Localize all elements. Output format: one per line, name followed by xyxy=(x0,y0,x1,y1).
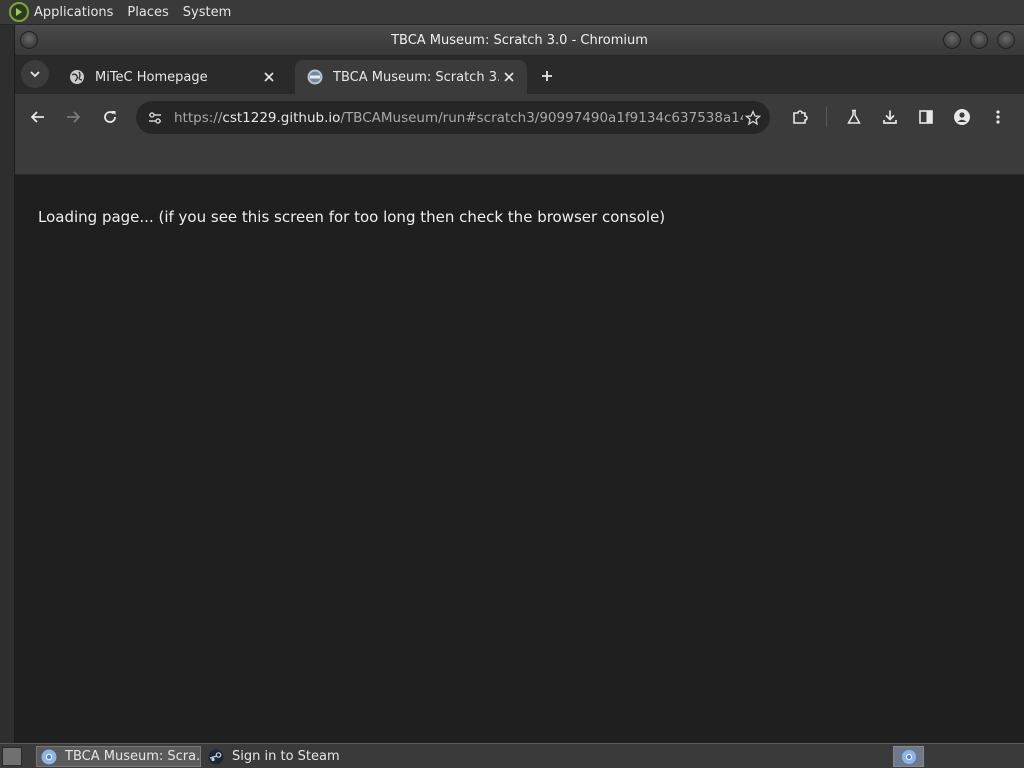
menu-applications[interactable]: Applications xyxy=(34,5,113,20)
menu-places[interactable]: Places xyxy=(127,5,168,20)
show-desktop-button[interactable] xyxy=(2,747,22,766)
tab-search-button[interactable] xyxy=(21,60,49,88)
page-content: Loading page... (if you see this screen … xyxy=(15,175,1024,743)
window-title: TBCA Museum: Scratch 3.0 - Chromium xyxy=(391,32,648,48)
extensions-button[interactable] xyxy=(786,103,814,131)
tab-tbca-museum[interactable]: TBCA Museum: Scratch 3.0 xyxy=(295,60,527,94)
chromium-icon xyxy=(901,749,916,764)
tbca-favicon-icon xyxy=(307,69,323,85)
minimize-button[interactable] xyxy=(943,31,961,49)
close-tab-button[interactable] xyxy=(259,67,279,87)
labs-button[interactable] xyxy=(840,103,868,131)
browser-menu-button[interactable] xyxy=(984,103,1012,131)
star-icon xyxy=(745,109,761,125)
taskbar-item-steam[interactable]: Sign in to Steam xyxy=(204,746,374,767)
tab-mitec-homepage[interactable]: MiTeC Homepage xyxy=(57,60,287,94)
side-panel-icon xyxy=(919,110,933,124)
window-titlebar[interactable]: TBCA Museum: Scratch 3.0 - Chromium xyxy=(15,25,1024,56)
forward-button[interactable] xyxy=(59,103,87,131)
bookmarks-bar xyxy=(15,141,1024,175)
globe-icon xyxy=(70,70,84,84)
url-scheme: https:// xyxy=(174,109,223,126)
taskbar-item-label: Sign in to Steam xyxy=(232,749,340,764)
reload-button[interactable] xyxy=(96,103,124,131)
avatar-icon xyxy=(954,109,970,125)
close-icon xyxy=(264,72,274,82)
reload-icon xyxy=(104,111,116,123)
desktop-edge xyxy=(0,25,15,743)
side-panel-button[interactable] xyxy=(912,103,940,131)
puzzle-icon xyxy=(793,110,808,124)
tab-title: TBCA Museum: Scratch 3.0 xyxy=(333,69,499,85)
url-host: cst1229.github.io xyxy=(222,109,341,126)
close-tab-button[interactable] xyxy=(499,67,519,87)
new-tab-button[interactable] xyxy=(533,62,561,90)
tab-strip: MiTeC Homepage TBCA Museum: Scratch 3.0 xyxy=(15,56,1024,94)
chevron-down-icon xyxy=(30,71,40,78)
tune-icon xyxy=(149,111,161,124)
browser-window: TBCA Museum: Scratch 3.0 - Chromium MiTe… xyxy=(15,25,1024,743)
window-menu-button[interactable] xyxy=(20,31,38,49)
plus-icon xyxy=(542,71,552,81)
taskbar-item-chromium[interactable]: TBCA Museum: Scra... xyxy=(36,746,201,767)
tray-chromium-icon[interactable] xyxy=(893,746,924,767)
downloads-button[interactable] xyxy=(876,103,904,131)
arrow-left-icon xyxy=(30,111,44,123)
steam-icon xyxy=(208,749,224,764)
arrow-right-icon xyxy=(67,111,81,123)
taskbar: TBCA Museum: Scra... Sign in to Steam xyxy=(0,743,1024,768)
site-info-button[interactable] xyxy=(145,108,165,128)
system-top-panel: Applications Places System xyxy=(0,0,1024,25)
menu-system[interactable]: System xyxy=(183,5,231,20)
loading-message: Loading page... (if you see this screen … xyxy=(38,208,666,226)
back-button[interactable] xyxy=(24,103,52,131)
flask-icon xyxy=(847,109,861,124)
browser-toolbar: https://cst1229.github.io/TBCAMuseum/run… xyxy=(15,94,1024,141)
close-icon xyxy=(504,72,514,82)
profile-button[interactable] xyxy=(948,103,976,131)
close-window-button[interactable] xyxy=(997,31,1015,49)
url-path: /TBCAMuseum/run#scratch3/90997490a1f9134… xyxy=(340,109,743,126)
distro-logo-icon[interactable] xyxy=(9,2,29,22)
download-icon xyxy=(883,110,897,124)
kebab-menu-icon xyxy=(996,110,1000,124)
taskbar-item-label: TBCA Museum: Scra... xyxy=(65,749,201,764)
bookmark-star-button[interactable] xyxy=(743,108,763,128)
tab-title: MiTeC Homepage xyxy=(95,69,208,85)
chromium-icon xyxy=(41,749,57,764)
maximize-button[interactable] xyxy=(970,31,988,49)
address-bar[interactable]: https://cst1229.github.io/TBCAMuseum/run… xyxy=(136,101,770,134)
toolbar-separator xyxy=(826,107,827,127)
url-text: https://cst1229.github.io/TBCAMuseum/run… xyxy=(174,110,743,126)
